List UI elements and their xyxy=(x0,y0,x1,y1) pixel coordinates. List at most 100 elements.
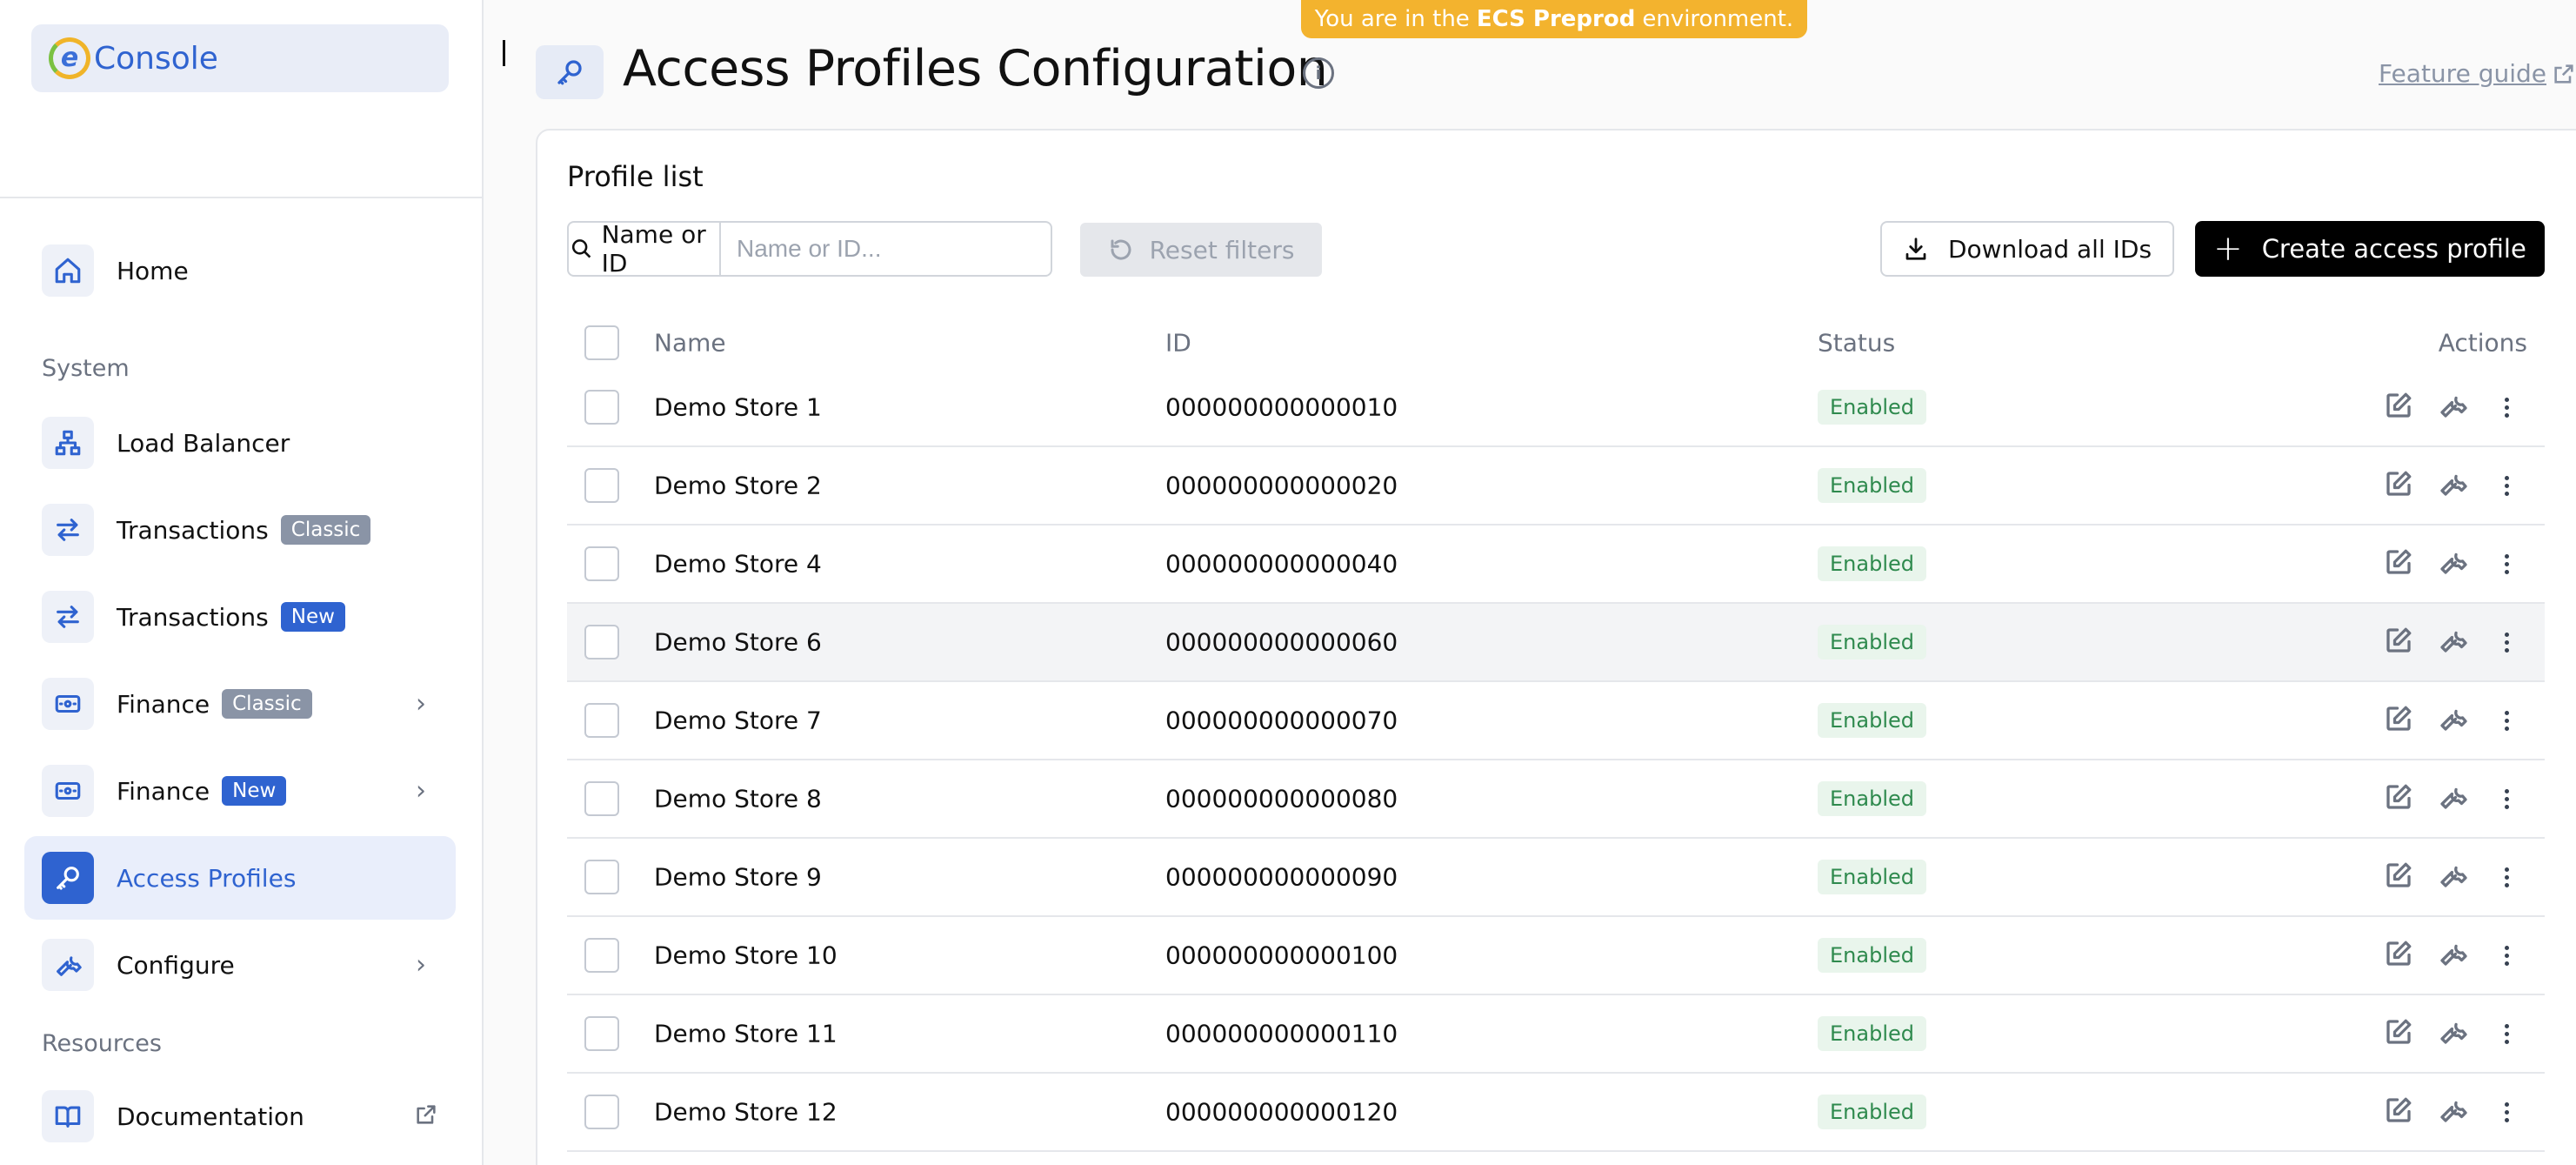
info-icon[interactable]: i xyxy=(1303,57,1334,89)
sidebar-item-finance-classic[interactable]: Finance Classic › xyxy=(24,662,456,746)
sidebar-item-home[interactable]: Home xyxy=(24,229,456,312)
edit-icon[interactable] xyxy=(2383,781,2414,816)
table-row[interactable]: Demo Store 7 000000000000070 Enabled xyxy=(567,682,2545,760)
section-label-resources: Resources xyxy=(42,1030,162,1057)
env-suffix: environment. xyxy=(1642,6,1794,32)
column-header-name[interactable]: Name xyxy=(654,329,726,358)
sidebar-item-label: Documentation xyxy=(117,1101,304,1131)
chevron-right-icon: › xyxy=(416,775,426,807)
sidebar: e Console Home System Load Balancer Tran… xyxy=(0,0,484,1165)
row-checkbox[interactable] xyxy=(584,860,619,894)
more-options-icon[interactable] xyxy=(2491,626,2522,658)
more-options-icon[interactable] xyxy=(2491,861,2522,893)
edit-icon[interactable] xyxy=(2383,1016,2414,1051)
table-row[interactable]: Demo Store 1 000000000000010 Enabled xyxy=(567,369,2545,447)
wrench-icon[interactable] xyxy=(2437,1095,2468,1129)
more-options-icon[interactable] xyxy=(2491,705,2522,736)
table-row[interactable]: Demo Store 6 000000000000060 Enabled xyxy=(567,604,2545,682)
more-options-icon[interactable] xyxy=(2491,548,2522,579)
wrench-icon[interactable] xyxy=(2437,1016,2468,1051)
more-options-icon[interactable] xyxy=(2491,392,2522,423)
wrench-icon[interactable] xyxy=(2437,781,2468,816)
app: e Console Home System Load Balancer Tran… xyxy=(0,0,2576,1165)
row-actions xyxy=(2383,781,2522,816)
edit-icon[interactable] xyxy=(2383,703,2414,738)
row-checkbox[interactable] xyxy=(584,1095,619,1129)
row-checkbox[interactable] xyxy=(584,468,619,503)
status-badge: Enabled xyxy=(1818,625,1926,659)
profile-name: Demo Store 12 xyxy=(654,1097,838,1127)
row-actions xyxy=(2383,1095,2522,1129)
sidebar-resize-handle[interactable] xyxy=(503,40,505,66)
more-options-icon[interactable] xyxy=(2491,1018,2522,1049)
row-checkbox[interactable] xyxy=(584,1016,619,1051)
edit-icon[interactable] xyxy=(2383,938,2414,973)
status-badge: Enabled xyxy=(1818,703,1926,738)
classic-badge: Classic xyxy=(222,689,312,719)
table-row[interactable]: Demo Store 9 000000000000090 Enabled xyxy=(567,839,2545,917)
wrench-icon[interactable] xyxy=(2437,625,2468,659)
more-options-icon[interactable] xyxy=(2491,783,2522,814)
feature-guide-link[interactable]: Feature guide xyxy=(2379,59,2576,88)
name-id-filter: Name or ID xyxy=(567,220,1052,278)
search-icon xyxy=(571,239,591,258)
wrench-icon[interactable] xyxy=(2437,546,2468,581)
edit-icon[interactable] xyxy=(2383,468,2414,503)
profile-name: Demo Store 1 xyxy=(654,392,822,422)
wrench-icon[interactable] xyxy=(2437,860,2468,894)
create-label: Create access profile xyxy=(2261,234,2526,264)
row-checkbox[interactable] xyxy=(584,390,619,425)
sidebar-item-load-balancer[interactable]: Load Balancer xyxy=(24,401,456,485)
column-header-actions: Actions xyxy=(2438,328,2527,358)
select-all-checkbox[interactable] xyxy=(584,325,619,360)
edit-icon[interactable] xyxy=(2383,390,2414,425)
row-checkbox[interactable] xyxy=(584,781,619,816)
profile-name: Demo Store 9 xyxy=(654,862,822,892)
create-access-profile-button[interactable]: + Create access profile xyxy=(2195,221,2545,277)
filter-label[interactable]: Name or ID xyxy=(569,220,721,278)
reset-icon xyxy=(1111,239,1131,260)
home-icon xyxy=(42,244,94,297)
edit-icon[interactable] xyxy=(2383,546,2414,581)
sidebar-item-documentation[interactable]: Documentation xyxy=(24,1075,456,1158)
edit-icon[interactable] xyxy=(2383,860,2414,894)
row-checkbox[interactable] xyxy=(584,703,619,738)
row-checkbox[interactable] xyxy=(584,625,619,659)
filter-label-text: Name or ID xyxy=(601,220,706,278)
wrench-icon[interactable] xyxy=(2437,938,2468,973)
row-actions xyxy=(2383,390,2522,425)
cash-icon xyxy=(42,678,94,730)
more-options-icon[interactable] xyxy=(2491,940,2522,971)
edit-icon[interactable] xyxy=(2383,625,2414,659)
wrench-icon[interactable] xyxy=(2437,390,2468,425)
more-options-icon[interactable] xyxy=(2491,470,2522,501)
table-row[interactable]: Demo Store 12 000000000000120 Enabled xyxy=(567,1074,2545,1152)
row-checkbox[interactable] xyxy=(584,938,619,973)
wrench-icon[interactable] xyxy=(2437,468,2468,503)
table-row[interactable]: Demo Store 4 000000000000040 Enabled xyxy=(567,526,2545,604)
more-options-icon[interactable] xyxy=(2491,1096,2522,1128)
search-input[interactable] xyxy=(721,223,1051,275)
sidebar-item-finance-new[interactable]: Finance New › xyxy=(24,749,456,833)
column-header-status[interactable]: Status xyxy=(1818,329,1895,358)
download-all-ids-button[interactable]: Download all IDs xyxy=(1880,221,2174,277)
console-logo[interactable]: e Console xyxy=(31,24,449,92)
table-row[interactable]: Demo Store 8 000000000000080 Enabled xyxy=(567,760,2545,839)
profile-name: Demo Store 2 xyxy=(654,471,822,500)
status-badge: Enabled xyxy=(1818,860,1926,894)
table-row[interactable]: Demo Store 10 000000000000100 Enabled xyxy=(567,917,2545,995)
sidebar-item-configure[interactable]: Configure › xyxy=(24,923,456,1007)
row-checkbox[interactable] xyxy=(584,546,619,581)
sidebar-divider xyxy=(0,197,484,198)
sidebar-item-transactions-classic[interactable]: Transactions Classic xyxy=(24,488,456,572)
download-label: Download all IDs xyxy=(1947,234,2152,264)
sidebar-item-access-profiles[interactable]: Access Profiles xyxy=(24,836,456,920)
reset-filters-button[interactable]: Reset filters xyxy=(1080,223,1322,277)
wrench-icon[interactable] xyxy=(2437,703,2468,738)
profile-id: 000000000000070 xyxy=(1165,706,1398,735)
table-row[interactable]: Demo Store 2 000000000000020 Enabled xyxy=(567,447,2545,526)
column-header-id[interactable]: ID xyxy=(1165,329,1191,358)
sidebar-item-transactions-new[interactable]: Transactions New xyxy=(24,575,456,659)
table-row[interactable]: Demo Store 11 000000000000110 Enabled xyxy=(567,995,2545,1074)
edit-icon[interactable] xyxy=(2383,1095,2414,1129)
